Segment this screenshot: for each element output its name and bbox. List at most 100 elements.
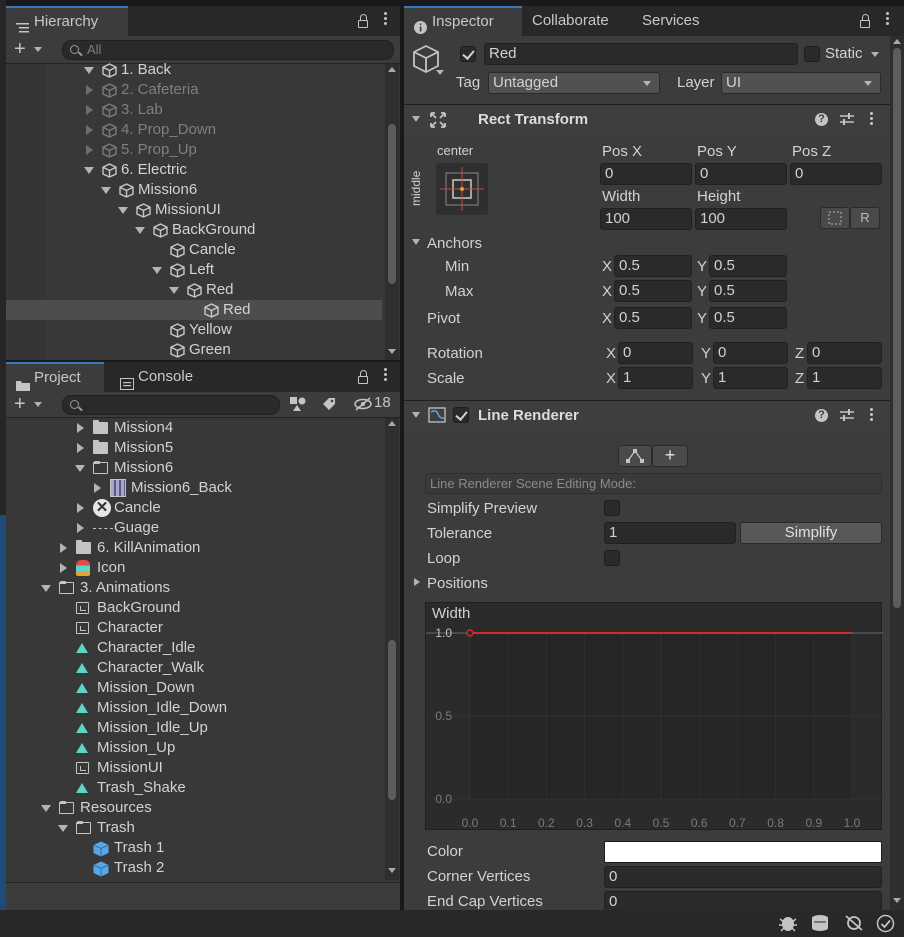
hierarchy-item[interactable]: 5. Prop_Up [6, 140, 382, 160]
project-item[interactable]: ✕ Cancle [6, 498, 382, 518]
tab-console[interactable]: Console [110, 362, 220, 392]
anchor-max-x-field[interactable]: 0.5 [614, 280, 692, 302]
scroll-up-icon[interactable] [388, 421, 396, 426]
end-cap-vertices-field[interactable]: 0 [604, 891, 882, 910]
project-scrollbar[interactable] [385, 418, 399, 880]
foldout-icon[interactable] [412, 412, 420, 418]
collapse-arrow-icon[interactable] [60, 543, 67, 553]
hierarchy-item[interactable]: 3. Lab [6, 100, 382, 120]
rotation-y-field[interactable]: 0 [713, 342, 788, 364]
project-item[interactable]: Mission_Down [6, 678, 382, 698]
static-label[interactable]: Static [825, 44, 863, 64]
positions-foldout-icon[interactable] [414, 578, 420, 586]
tab-services[interactable]: Services [632, 6, 722, 36]
static-checkbox[interactable] [804, 46, 820, 62]
cache-server-icon[interactable] [810, 914, 830, 936]
hierarchy-item[interactable]: Mission6 [6, 180, 382, 200]
create-points-button[interactable]: + [652, 445, 688, 467]
collapse-arrow-icon[interactable] [86, 85, 93, 95]
collapse-arrow-icon[interactable] [77, 503, 84, 513]
collapse-arrow-icon[interactable] [86, 125, 93, 135]
project-item[interactable]: Character [6, 618, 382, 638]
hierarchy-item[interactable]: 2. Cafeteria [6, 80, 382, 100]
project-item[interactable]: Trash_Shake [6, 778, 382, 798]
filter-by-type-icon[interactable] [290, 397, 306, 415]
blueprint-mode-button[interactable] [820, 207, 850, 229]
project-item[interactable]: Character_Walk [6, 658, 382, 678]
static-dropdown-icon[interactable] [871, 52, 879, 57]
expand-arrow-icon[interactable] [58, 825, 68, 832]
project-item[interactable]: MissionUI [6, 758, 382, 778]
project-item[interactable]: Mission5 [6, 438, 382, 458]
create-plus-icon[interactable]: + [14, 394, 26, 414]
project-search-input[interactable] [62, 395, 280, 415]
tab-project[interactable]: Project [6, 362, 104, 392]
project-item[interactable]: 3. Animations [6, 578, 382, 598]
hierarchy-scroll-thumb[interactable] [388, 124, 396, 284]
lock-icon[interactable] [358, 14, 368, 28]
component-menu-icon[interactable] [870, 112, 873, 115]
create-dropdown-icon[interactable] [34, 402, 42, 407]
expand-arrow-icon[interactable] [169, 287, 179, 294]
collapse-arrow-icon[interactable] [60, 563, 67, 573]
create-dropdown-icon[interactable] [34, 47, 42, 52]
pos-z-field[interactable]: 0 [790, 163, 882, 185]
width-curve-panel[interactable]: Width 0.0 0.1 0.2 0.3 0.4 0.5 0.6 0.7 0.8 0.9 1.0 1… [425, 602, 883, 831]
anchor-min-y-field[interactable]: 0.5 [709, 255, 787, 277]
scale-x-field[interactable]: 1 [618, 367, 693, 389]
collapse-arrow-icon[interactable] [86, 145, 93, 155]
scroll-up-icon[interactable] [388, 67, 396, 72]
hierarchy-item[interactable]: Red [6, 300, 382, 320]
scroll-down-icon[interactable] [893, 898, 901, 903]
rotation-x-field[interactable]: 0 [618, 342, 693, 364]
expand-arrow-icon[interactable] [84, 167, 94, 174]
tab-inspector[interactable]: Inspector [404, 6, 522, 36]
lock-icon[interactable] [358, 370, 368, 384]
filter-by-label-icon[interactable] [322, 397, 336, 415]
hierarchy-search-input[interactable]: All [62, 40, 394, 60]
expand-arrow-icon[interactable] [75, 465, 85, 472]
active-checkbox[interactable] [460, 46, 476, 62]
pivot-x-field[interactable]: 0.5 [614, 307, 692, 329]
expand-arrow-icon[interactable] [118, 207, 128, 214]
layer-dropdown[interactable]: UI [721, 72, 881, 94]
project-item[interactable]: 6. KillAnimation [6, 538, 382, 558]
presets-icon[interactable] [840, 112, 854, 130]
create-plus-icon[interactable]: + [14, 39, 26, 59]
corner-vertices-field[interactable]: 0 [604, 866, 882, 888]
simplify-button[interactable]: Simplify [740, 522, 882, 544]
anchors-foldout-icon[interactable] [412, 239, 420, 245]
project-item[interactable]: Mission_Up [6, 738, 382, 758]
project-scroll-thumb[interactable] [388, 640, 396, 800]
expand-arrow-icon[interactable] [41, 805, 51, 812]
project-item[interactable]: Mission6_Back [6, 478, 382, 498]
hierarchy-item[interactable]: MissionUI [6, 200, 382, 220]
inspector-scrollbar[interactable] [890, 36, 904, 910]
line-renderer-enabled-checkbox[interactable] [453, 407, 469, 423]
raw-edit-button[interactable]: R [850, 207, 880, 229]
project-item[interactable]: Icon [6, 558, 382, 578]
hierarchy-scrollbar[interactable] [385, 64, 399, 360]
width-curve-chart[interactable]: 0.0 0.1 0.2 0.3 0.4 0.5 0.6 0.7 0.8 0.9 1.0 1.0 0.5 0… [426, 603, 883, 831]
hidden-packages-icon[interactable] [354, 397, 374, 415]
expand-arrow-icon[interactable] [101, 187, 111, 194]
collapse-arrow-icon[interactable] [77, 443, 84, 453]
collapse-arrow-icon[interactable] [77, 523, 84, 533]
project-item[interactable]: Trash 1 [6, 838, 382, 858]
pivot-y-field[interactable]: 0.5 [709, 307, 787, 329]
lock-icon[interactable] [860, 14, 870, 28]
scale-y-field[interactable]: 1 [713, 367, 788, 389]
component-menu-icon[interactable] [870, 408, 873, 411]
scroll-down-icon[interactable] [388, 349, 396, 354]
hierarchy-item[interactable]: 4. Prop_Down [6, 120, 382, 140]
anchor-min-x-field[interactable]: 0.5 [614, 255, 692, 277]
loop-checkbox[interactable] [604, 550, 620, 566]
scroll-down-icon[interactable] [388, 868, 396, 873]
simplify-preview-checkbox[interactable] [604, 500, 620, 516]
anchor-presets-button[interactable] [436, 163, 488, 215]
tolerance-field[interactable]: 1 [604, 522, 736, 544]
hierarchy-item[interactable]: BackGround [6, 220, 382, 240]
width-field[interactable]: 100 [600, 208, 692, 230]
presets-icon[interactable] [840, 408, 854, 426]
project-item[interactable]: Mission4 [6, 418, 382, 438]
